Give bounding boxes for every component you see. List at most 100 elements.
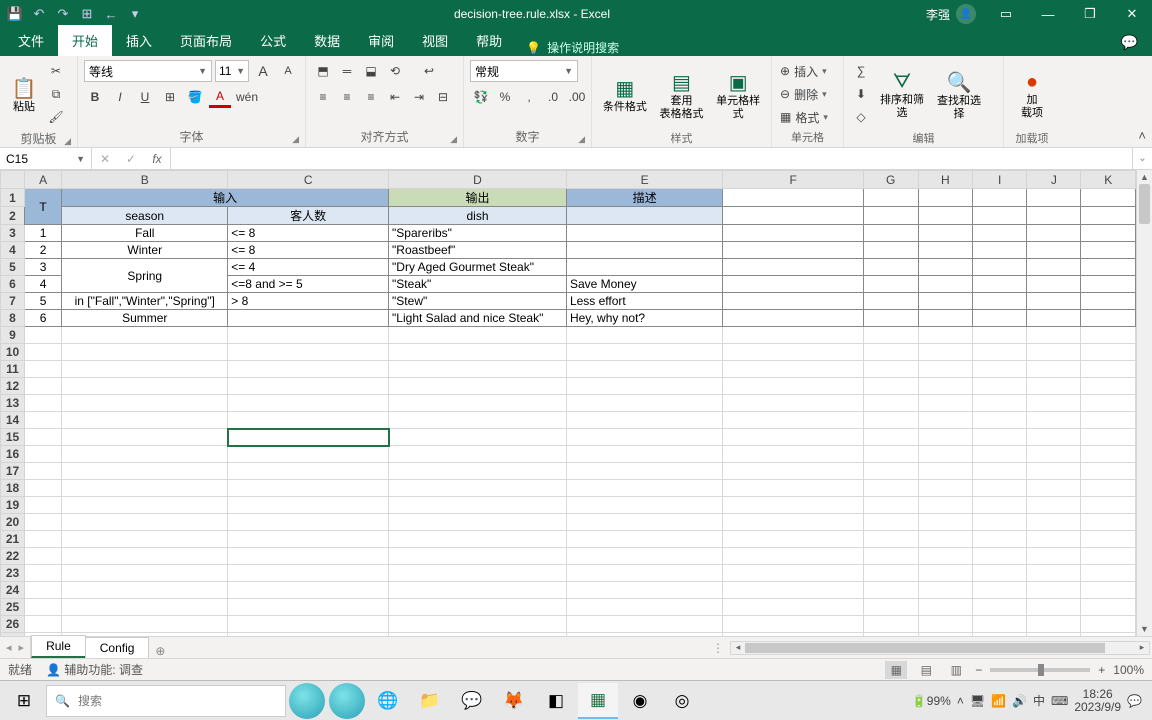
ribbon-display-options[interactable]: ▭ [986,0,1026,28]
cell-E23[interactable] [566,565,722,582]
cell-E20[interactable] [566,514,722,531]
cell-E3[interactable] [566,225,722,242]
cell-H4[interactable] [918,242,973,259]
cell-K17[interactable] [1081,463,1136,480]
cell-D12[interactable] [389,378,567,395]
taskbar-search[interactable]: 🔍搜索 [46,685,286,717]
maximize-button[interactable]: ❐ [1070,0,1110,28]
taskbar-firefox[interactable]: 🦊 [494,683,534,719]
cell-E6[interactable]: Save Money [566,276,722,293]
cell-B16[interactable] [62,446,228,463]
formula-bar-input[interactable] [171,148,1132,169]
tray-ime-icon[interactable]: ⌨ [1051,694,1068,708]
cell-G22[interactable] [863,548,918,565]
qa-undo[interactable]: ↶ [28,3,50,25]
zoom-slider[interactable] [990,668,1090,672]
cell-H23[interactable] [918,565,973,582]
cell-G19[interactable] [863,497,918,514]
taskbar-wechat[interactable]: 💬 [452,683,492,719]
cell-J26[interactable] [1027,616,1081,633]
cell-F11[interactable] [723,361,863,378]
cell-B11[interactable] [62,361,228,378]
cell-K5[interactable] [1081,259,1136,276]
cell-D8[interactable]: "Light Salad and nice Steak" [389,310,567,327]
col-header-J[interactable]: J [1027,171,1081,189]
cell-H25[interactable] [918,599,973,616]
row-header-23[interactable]: 23 [1,565,25,582]
scroll-left-arrow[interactable]: ◂ [731,642,745,653]
cell-B14[interactable] [62,412,228,429]
cell-G27[interactable] [863,633,918,637]
cell-E14[interactable] [566,412,722,429]
cell-F20[interactable] [723,514,863,531]
cell-A4[interactable]: 2 [24,242,61,259]
cell-C23[interactable] [228,565,389,582]
tab-file[interactable]: 文件 [4,25,58,56]
cell-K18[interactable] [1081,480,1136,497]
cell-G11[interactable] [863,361,918,378]
cell-G15[interactable] [863,429,918,446]
alignment-dialog-launcher[interactable]: ◢ [450,134,457,145]
cell-E2[interactable] [566,207,722,225]
zoom-in-button[interactable]: + [1098,663,1105,677]
cell-K3[interactable] [1081,225,1136,242]
col-header-A[interactable]: A [24,171,61,189]
number-dialog-launcher[interactable]: ◢ [578,134,585,145]
bold-button[interactable]: B [84,86,106,108]
row-header-21[interactable]: 21 [1,531,25,548]
cell-A12[interactable] [24,378,61,395]
addins-button[interactable]: ●加 载项 [1010,60,1054,130]
cell-J21[interactable] [1027,531,1081,548]
sheet-nav-last[interactable]: ▸ [17,641,27,654]
cell-D11[interactable] [389,361,567,378]
cell-J5[interactable] [1027,259,1081,276]
cell-B4[interactable]: Winter [62,242,228,259]
clipboard-dialog-launcher[interactable]: ◢ [64,136,71,147]
cell-C26[interactable] [228,616,389,633]
scroll-thumb[interactable] [1139,184,1150,224]
cell-C11[interactable] [228,361,389,378]
cell-C16[interactable] [228,446,389,463]
cell-D23[interactable] [389,565,567,582]
cell-F26[interactable] [723,616,863,633]
cell-K2[interactable] [1081,207,1136,225]
cell-E1[interactable]: 描述 [566,189,722,207]
tab-view[interactable]: 视图 [408,25,462,56]
cell-C14[interactable] [228,412,389,429]
font-color-button[interactable]: A [209,86,231,108]
cell-D26[interactable] [389,616,567,633]
cell-F12[interactable] [723,378,863,395]
row-header-15[interactable]: 15 [1,429,25,446]
cell-B21[interactable] [62,531,228,548]
cell-B3[interactable]: Fall [62,225,228,242]
cell-D21[interactable] [389,531,567,548]
cell-C3[interactable]: <= 8 [228,225,389,242]
cell-I18[interactable] [973,480,1027,497]
row-header-18[interactable]: 18 [1,480,25,497]
name-box[interactable]: C15▼ [0,148,92,169]
cell-E9[interactable] [566,327,722,344]
cell-K19[interactable] [1081,497,1136,514]
cell-A26[interactable] [24,616,61,633]
taskbar-edge[interactable]: 🌐 [368,683,408,719]
cell-B12[interactable] [62,378,228,395]
cell-I25[interactable] [973,599,1027,616]
cell-C10[interactable] [228,344,389,361]
cell-J19[interactable] [1027,497,1081,514]
cell-C17[interactable] [228,463,389,480]
tray-clock[interactable]: 18:262023/9/9 [1074,688,1121,714]
cell-I26[interactable] [973,616,1027,633]
cell-K23[interactable] [1081,565,1136,582]
qa-back[interactable]: ← [100,3,122,25]
cell-C5[interactable]: <= 4 [228,259,389,276]
cell-D5[interactable]: "Dry Aged Gourmet Steak" [389,259,567,276]
cell-D14[interactable] [389,412,567,429]
cell-B19[interactable] [62,497,228,514]
tab-formulas[interactable]: 公式 [246,25,300,56]
orientation-button[interactable]: ⟲ [384,60,406,82]
cell-I14[interactable] [973,412,1027,429]
cell-D16[interactable] [389,446,567,463]
conditional-formatting-button[interactable]: ▦条件格式 [598,60,652,130]
cell-B10[interactable] [62,344,228,361]
row-header-16[interactable]: 16 [1,446,25,463]
